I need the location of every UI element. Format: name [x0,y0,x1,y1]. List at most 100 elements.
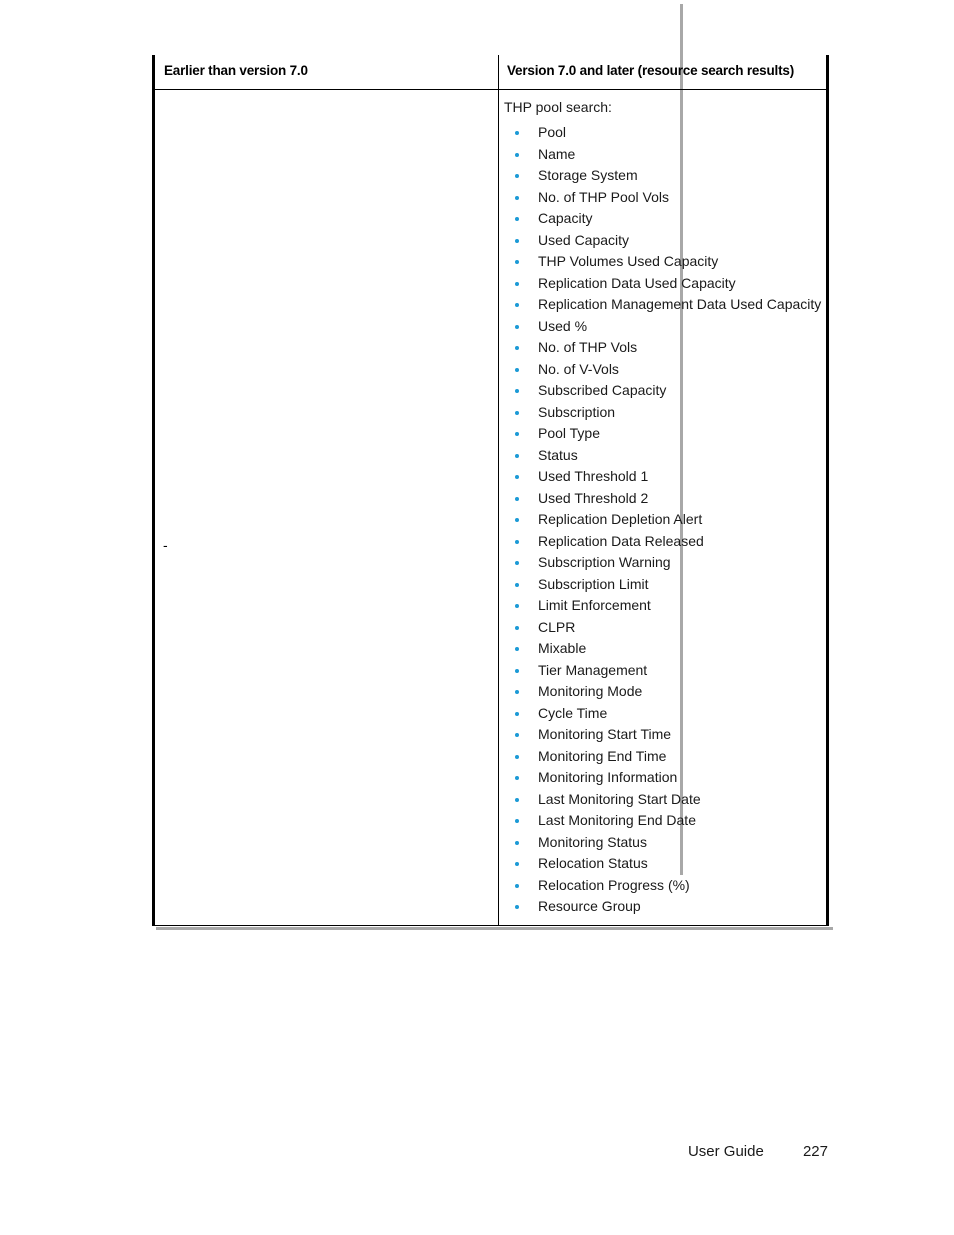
list-item-label: Subscription Warning [538,554,671,570]
list-item: No. of THP Vols [504,337,821,359]
list-item-label: Name [538,145,576,162]
bullet-icon [515,453,519,458]
list-item-label: Used Threshold 2 [538,489,649,506]
list-item: Capacity [504,208,821,230]
list-item-label: No. of THP Pool Vols [538,188,669,205]
list-item: Storage System [504,165,821,187]
bullet-icon [515,754,519,759]
list-item-label: Cycle Time [538,704,608,721]
bullet-icon [515,711,519,716]
list-item: CLPR [504,617,821,639]
list-item: Monitoring Information [504,767,821,789]
list-item: Used Capacity [504,230,821,252]
list-item: No. of THP Pool Vols [504,187,821,209]
bullet-icon [515,905,519,909]
list-item: Last Monitoring End Date [504,810,821,832]
list-item-label: Monitoring Start Time [538,726,672,742]
bullet-icon [515,840,519,845]
list-item: Subscribed Capacity [504,380,821,402]
bullet-icon [515,152,519,157]
list-item: Relocation Progress (%) [504,875,821,897]
list-item: Relocation Status [504,853,821,875]
bullet-icon [515,668,519,673]
bullet-icon [515,518,519,522]
list-item: Last Monitoring Start Date [504,789,821,811]
empty-value-dash: - [163,537,168,553]
list-item: Tier Management [504,660,821,682]
list-item: Pool Type [504,423,821,445]
list-item: Resource Group [504,896,821,918]
bullet-icon [515,238,519,243]
list-item: Cycle Time [504,703,821,725]
bullet-icon [515,217,519,221]
list-item: Replication Management Data Used Capacit… [504,294,821,316]
bullet-icon [515,303,519,307]
bullet-icon [515,131,519,135]
bullet-icon [515,883,519,888]
bullet-icon [515,346,519,350]
list-item: Used Threshold 2 [504,488,821,510]
bullet-icon [515,281,519,286]
bullet-icon [515,539,519,544]
list-item: Subscription [504,402,821,424]
list-item-label: Used Threshold 1 [538,468,649,484]
list-item: Limit Enforcement [504,595,821,617]
bullet-icon [515,819,519,823]
list-item-label: Monitoring End Time [538,747,667,764]
list-item: Monitoring Status [504,832,821,854]
list-item-label: Storage System [538,167,638,183]
list-item-label: Monitoring Status [538,833,647,850]
bullet-icon [515,324,519,329]
bullet-icon [515,496,519,501]
list-item-label: Replication Depletion Alert [538,511,703,527]
bullet-icon [515,582,519,587]
list-item-label: CLPR [538,618,576,635]
list-item: Replication Data Released [504,531,821,553]
list-item-label: Limit Enforcement [538,597,651,613]
list-item-label: Last Monitoring Start Date [538,790,701,807]
list-item-label: Replication Data Used Capacity [538,274,736,291]
list-item-label: No. of V-Vols [538,360,619,377]
list-item-label: Status [538,446,578,463]
list-item-label: Tier Management [538,661,648,678]
bullet-icon [515,776,519,780]
list-item: Name [504,144,821,166]
list-item-label: Resource Group [538,898,641,914]
list-item-label: Replication Management Data Used Capacit… [538,296,822,312]
list-item: Monitoring Start Time [504,724,821,746]
search-results-list: Pool Name Storage System No. of THP Pool Vo… [504,122,821,918]
list-item: No. of V-Vols [504,359,821,381]
bullet-icon [515,174,519,178]
list-item-label: Relocation Status [538,855,648,871]
list-item-label: Capacity [538,210,593,226]
list-item: Mixable [504,638,821,660]
list-item-label: Subscribed Capacity [538,382,667,398]
list-item-label: Subscription [538,403,616,420]
bullet-icon [515,432,519,436]
list-item-label: Monitoring Information [538,769,678,785]
list-item-label: Monitoring Mode [538,683,643,699]
list-item: Used % [504,316,821,338]
bullet-icon [515,647,519,651]
list-item: Replication Data Used Capacity [504,273,821,295]
list-item: Used Threshold 1 [504,466,821,488]
list-item: Monitoring End Time [504,746,821,768]
bullet-icon [515,475,519,479]
comparison-table: Earlier than version 7.0 Version 7.0 and… [152,55,829,926]
list-item-label: Pool Type [538,425,601,441]
list-item-label: Relocation Progress (%) [538,876,690,893]
bullet-icon [515,410,519,415]
table-cell-version-7-and-later: THP pool search: Pool Name Storage System N… [499,90,834,926]
bullet-icon [515,797,519,802]
bullet-icon [515,862,519,866]
bullet-icon [515,625,519,630]
list-item: Status [504,445,821,467]
page-footer: User Guide 227 [0,1143,828,1160]
list-item: Subscription Limit [504,574,821,596]
bullet-icon [515,690,519,694]
footer-page-number: 227 [802,1143,828,1160]
list-item-label: No. of THP Vols [538,339,638,355]
list-item: Subscription Warning [504,552,821,574]
list-item-label: Pool [538,124,567,140]
list-item: Replication Depletion Alert [504,509,821,531]
